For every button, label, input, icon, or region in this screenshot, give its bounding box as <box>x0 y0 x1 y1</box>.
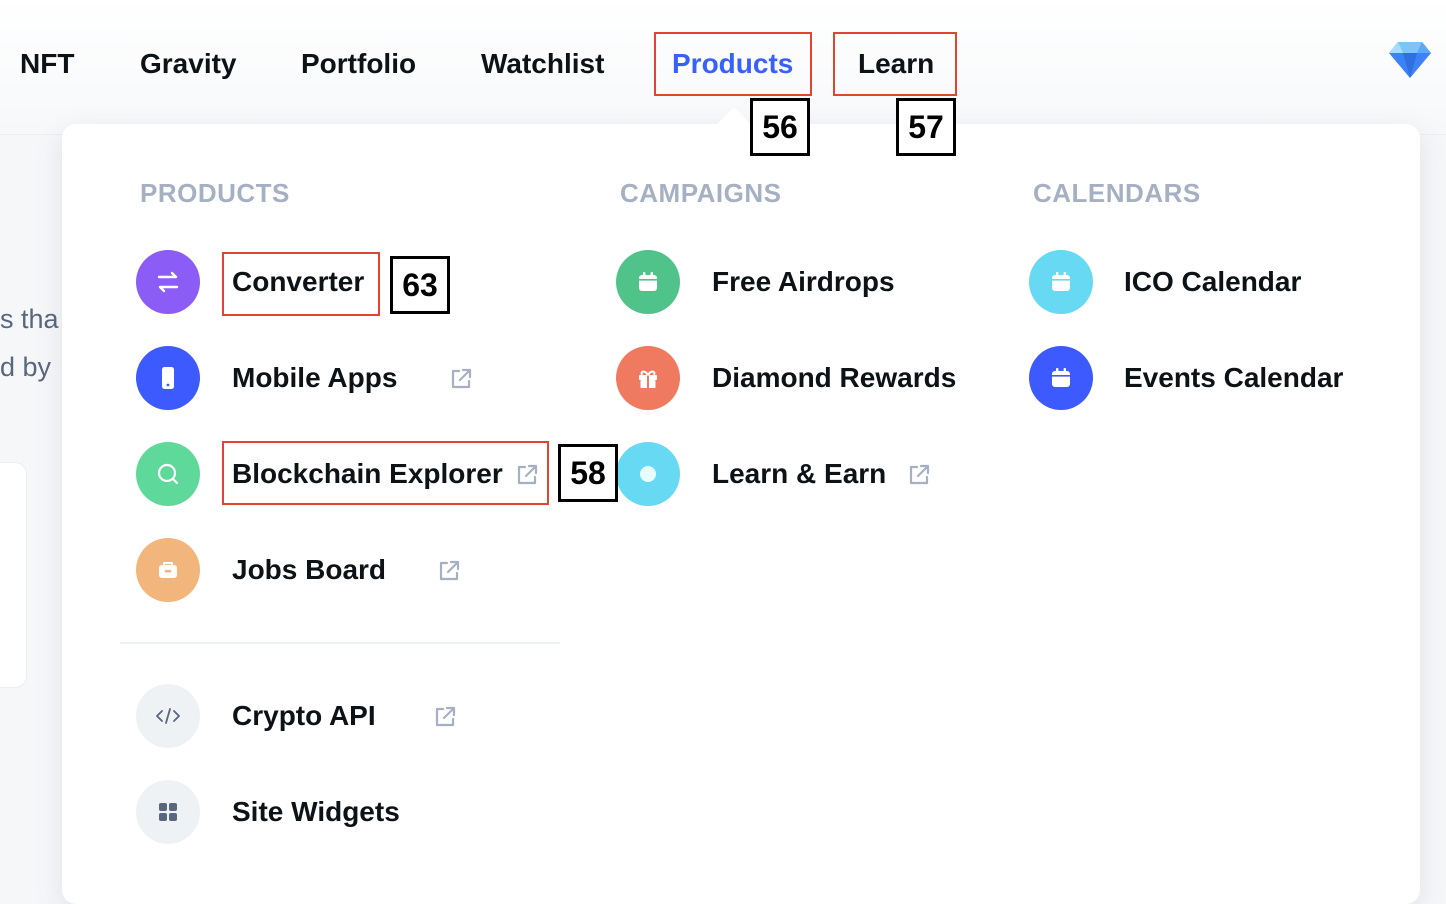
nav-item-watchlist[interactable]: Watchlist <box>481 46 604 82</box>
menu-item-label: Site Widgets <box>232 796 400 827</box>
menu-item-mobile-apps[interactable]: Mobile Apps <box>136 346 476 410</box>
section-title-calendars: CALENDARS <box>1033 178 1201 208</box>
highlight-box <box>222 252 380 316</box>
annotation-tag: 56 <box>750 98 810 156</box>
search-icon <box>136 442 200 506</box>
diamond-icon[interactable] <box>1388 40 1432 80</box>
section-title-campaigns: CAMPAIGNS <box>620 178 782 208</box>
external-link-icon <box>435 706 456 727</box>
swap-arrows-icon <box>136 250 200 314</box>
coin-icon <box>616 442 680 506</box>
code-icon <box>136 684 200 748</box>
background-text-line: d by <box>0 352 52 382</box>
nav-item-nft[interactable]: NFT <box>20 46 74 82</box>
menu-item-ico-calendar[interactable]: ICO Calendar <box>1029 250 1319 314</box>
calendar-icon <box>616 250 680 314</box>
background-text-line: s tha <box>0 304 59 334</box>
menu-item-jobs-board[interactable]: Jobs Board <box>136 538 466 602</box>
menu-item-label: Jobs Board <box>232 554 387 585</box>
menu-item-learn-and-earn[interactable]: Learn & Earn <box>616 442 946 506</box>
external-link-icon <box>451 368 472 389</box>
menu-item-label: Learn & Earn <box>712 458 887 489</box>
annotation-tag: 63 <box>390 256 450 314</box>
highlight-box <box>654 32 812 96</box>
external-link-icon <box>439 560 460 581</box>
calendar-icon <box>1029 346 1093 410</box>
briefcase-icon <box>136 538 200 602</box>
menu-item-label: Events Calendar <box>1124 362 1344 393</box>
gift-icon <box>616 346 680 410</box>
menu-item-label: Mobile Apps <box>232 362 398 393</box>
menu-item-label: Free Airdrops <box>712 266 895 297</box>
menu-item-diamond-rewards[interactable]: Diamond Rewards <box>616 346 966 410</box>
section-divider <box>120 642 560 644</box>
menu-item-label: Diamond Rewards <box>712 362 957 393</box>
nav-item-gravity[interactable]: Gravity <box>140 46 237 82</box>
annotation-tag: 58 <box>558 444 618 502</box>
highlight-box <box>833 32 957 96</box>
menu-item-label: ICO Calendar <box>1124 266 1302 297</box>
grid-icon <box>136 780 200 844</box>
annotation-tag: 57 <box>896 98 956 156</box>
section-title-products: PRODUCTS <box>140 178 290 208</box>
menu-item-free-airdrops[interactable]: Free Airdrops <box>616 250 916 314</box>
background-card <box>0 462 27 688</box>
external-link-icon <box>909 464 930 485</box>
menu-item-events-calendar[interactable]: Events Calendar <box>1029 346 1359 410</box>
nav-item-portfolio[interactable]: Portfolio <box>301 46 416 82</box>
phone-icon <box>136 346 200 410</box>
menu-item-label: Crypto API <box>232 700 376 731</box>
highlight-box <box>222 441 549 505</box>
calendar-icon <box>1029 250 1093 314</box>
menu-item-crypto-api[interactable]: Crypto API <box>136 684 466 748</box>
menu-item-site-widgets[interactable]: Site Widgets <box>136 780 436 844</box>
